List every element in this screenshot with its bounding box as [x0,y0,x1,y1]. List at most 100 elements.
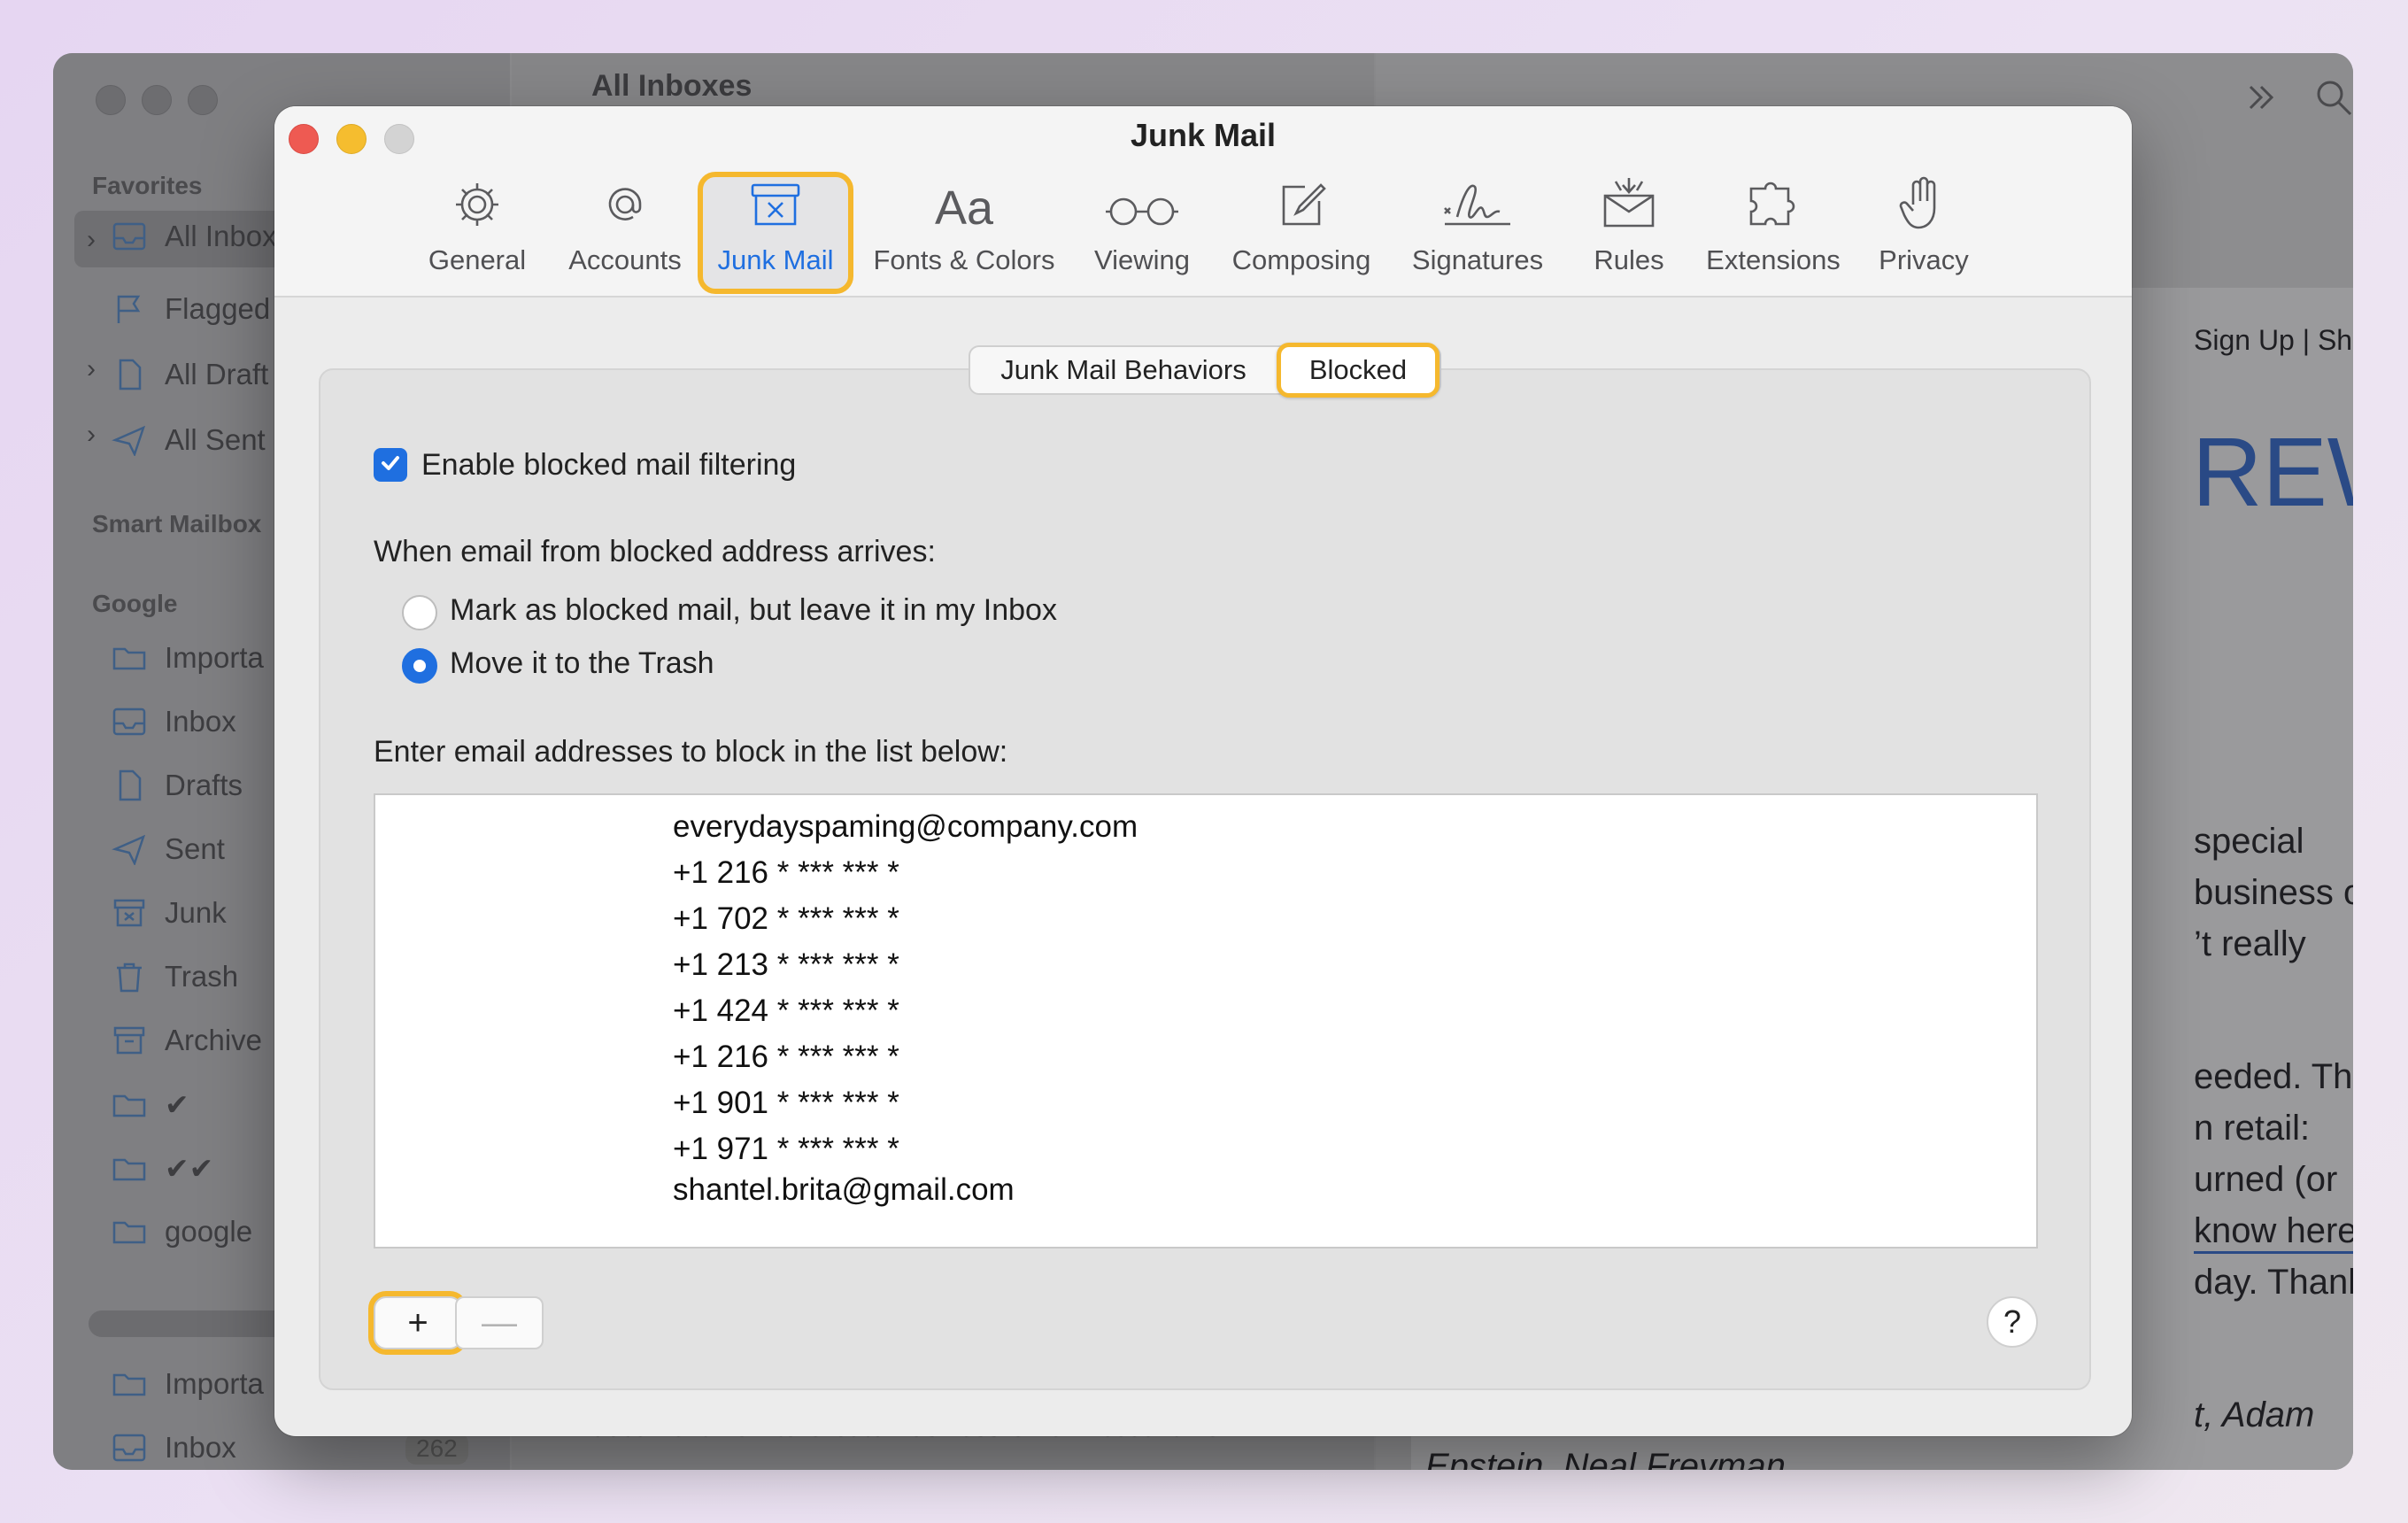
sidebar-item-flagged[interactable]: Flagged [112,292,270,326]
sidebar-item-check[interactable]: ✔ [112,1087,189,1122]
folder-icon [112,642,147,674]
add-address-button[interactable]: + [368,1291,467,1355]
at-sign-icon [598,178,652,236]
zoom-button-dimmed[interactable] [188,85,218,115]
sidebar-item-label: Archive [165,1024,263,1056]
sidebar-item-important[interactable]: Importa [112,641,264,675]
sidebar-item-google[interactable]: google [112,1215,252,1249]
sidebar-item-label: ✔ [165,1088,189,1121]
sidebar-item-label: Drafts [165,769,243,801]
sidebar-item-label: All Sent [165,423,266,456]
sidebar-item-sent[interactable]: Sent [112,832,225,866]
sidebar-item-all-drafts[interactable]: All Draft [112,358,268,391]
chevron-right-icon[interactable]: › [87,225,96,255]
window-title: Junk Mail [1130,117,1277,153]
sidebar-item-label: Flagged [165,292,271,325]
list-item[interactable]: shantel.brita@gmail.com [673,1172,1015,1208]
chevrons-right-icon[interactable] [2243,80,2279,120]
list-item[interactable]: +1 216 * *** *** * [673,855,899,891]
sidebar-item-label: Inbox [165,705,236,738]
tab-signatures[interactable]: Signatures [1397,177,1558,289]
list-item[interactable]: +1 213 * *** *** * [673,947,899,983]
radio-move-to-trash[interactable] [402,648,437,684]
tab-general[interactable]: General [420,177,535,289]
sidebar-item-drafts[interactable]: Drafts [112,769,243,802]
sidebar-item-label: google [165,1215,253,1248]
tab-accounts[interactable]: Accounts [563,177,687,289]
tab-privacy[interactable]: Privacy [1866,176,1981,289]
chevron-right-icon[interactable]: › [87,420,96,450]
glasses-icon [1102,187,1182,236]
sidebar-item-archive[interactable]: Archive [112,1024,262,1057]
tab-label: Viewing [1093,244,1190,275]
sidebar-item-trash[interactable]: Trash [112,960,238,993]
enable-blocked-filtering-checkbox[interactable] [374,448,407,482]
radio-leave-in-inbox-label: Mark as blocked mail, but leave it in my… [450,593,1057,627]
tab-extensions[interactable]: Extensions [1698,177,1848,289]
sidebar-item-all-sent[interactable]: All Sent [112,423,266,457]
help-button[interactable]: ? [1987,1296,2038,1348]
reader-link[interactable]: know here [2194,1211,2353,1254]
remove-address-button[interactable]: — [455,1296,544,1349]
list-item[interactable]: +1 216 * *** *** * [673,1040,899,1075]
segmented-control: Junk Mail Behaviors Blocked [969,343,1441,398]
sidebar-item-important-2[interactable]: Importa [112,1367,264,1401]
archive-box-icon [112,1024,147,1056]
sidebar-item-label: Inbox [165,1431,236,1464]
arrival-prompt: When email from blocked address arrives: [374,535,936,568]
tab-label: Privacy [1879,244,1969,275]
sidebar-item-label: Junk [165,896,227,929]
sidebar-item-inbox[interactable]: Inbox [112,705,236,738]
sidebar-item-label: Importa [165,641,264,674]
chevron-right-icon[interactable]: › [87,354,96,384]
fonts-icon: Aa [934,182,994,235]
reader-line: business of [2194,873,2353,912]
google-header: Google [92,590,178,617]
list-item[interactable]: +1 901 * *** *** * [673,1086,899,1121]
list-item[interactable]: +1 424 * *** *** * [673,993,899,1029]
list-item[interactable]: +1 702 * *** *** * [673,901,899,937]
junk-tray-icon [112,897,147,929]
reader-line: day. Thank [2194,1263,2353,1302]
junk-mail-preferences-window: Junk Mail General Accounts Junk Mail Aa … [274,106,2132,1436]
header-links[interactable]: Sign Up | Shop [2194,324,2353,357]
sidebar-item-label: Sent [165,832,225,865]
list-item[interactable]: everydayspaming@company.com [673,809,1138,845]
reader-credits: t, Adam [2194,1395,2315,1434]
tab-label: Accounts [568,244,682,275]
minimize-button-dimmed[interactable] [142,85,172,115]
sidebar-item-junk[interactable]: Junk [112,896,227,930]
list-item[interactable]: +1 971 * *** *** * [673,1132,899,1167]
sidebar-item-label: Trash [165,960,239,993]
junk-tray-icon [747,178,804,236]
gear-icon [451,178,504,236]
document-icon [112,769,147,801]
radio-leave-in-inbox[interactable] [402,595,437,630]
paper-plane-icon [112,424,147,456]
sidebar-item-inbox-2[interactable]: Inbox [112,1431,236,1465]
rules-envelope-icon [1600,173,1658,236]
flag-icon [112,293,147,325]
tab-viewing[interactable]: Viewing [1080,177,1204,289]
tab-label: Rules [1594,244,1664,275]
close-button-dimmed[interactable] [96,85,126,115]
reader-line: urned (or [2194,1160,2338,1199]
sidebar-item-all-inboxes[interactable]: All Inbox [112,220,277,253]
preferences-toolbar: Junk Mail General Accounts Junk Mail Aa … [274,106,2132,298]
tab-fonts-colors[interactable]: Aa Fonts & Colors [866,177,1062,289]
segment-blocked[interactable]: Blocked [1277,343,1439,398]
tab-junk-mail[interactable]: Junk Mail [698,172,853,294]
radio-move-to-trash-label: Move it to the Trash [450,646,714,680]
sidebar-item-label: All Inbox [165,220,277,252]
search-icon[interactable] [2314,78,2353,121]
reader-line: ’t really [2194,924,2306,963]
tab-rules[interactable]: Rules [1576,177,1682,289]
tray-icon [112,1432,147,1464]
blocked-addresses-list[interactable]: everydayspaming@company.com +1 216 * ***… [374,793,2038,1249]
favorites-header: Favorites [92,172,203,199]
segment-junk-mail-behaviors[interactable]: Junk Mail Behaviors [970,347,1277,393]
sidebar-item-double-check[interactable]: ✔✔ [112,1151,213,1186]
folder-icon [112,1153,147,1185]
tab-composing[interactable]: Composing [1222,177,1381,289]
tray-icon [112,706,147,738]
